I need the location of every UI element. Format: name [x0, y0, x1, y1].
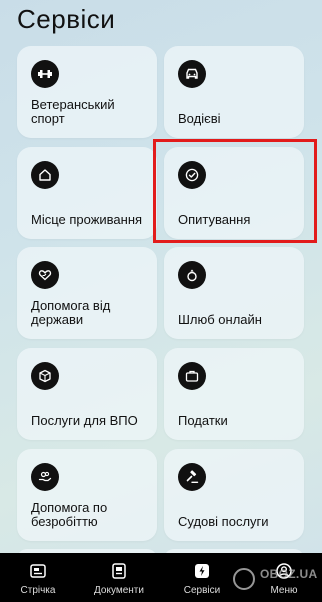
card-label: Податки: [178, 413, 228, 428]
tab-label: Меню: [270, 585, 298, 596]
tab-documents[interactable]: Документи: [87, 553, 151, 602]
highlight-box: [153, 139, 317, 243]
tab-label: Сервіси: [183, 585, 221, 596]
card-state-aid[interactable]: Допомога від держави: [17, 247, 157, 339]
tab-services[interactable]: Сервіси: [170, 553, 234, 602]
card-unemployment[interactable]: Допомога по безробіттю: [17, 449, 157, 541]
hand-coins-icon: [31, 463, 59, 491]
house-icon: [31, 161, 59, 189]
card-idp-services[interactable]: Послуги для ВПО: [17, 348, 157, 440]
tab-label: Документи: [94, 585, 144, 596]
briefcase-icon: [178, 362, 206, 390]
car-icon: [178, 60, 206, 88]
card-label: Водієві: [178, 111, 221, 126]
gavel-icon: [178, 463, 206, 491]
tab-feed[interactable]: Стрічка: [6, 553, 70, 602]
card-label: Місце проживання: [31, 212, 143, 227]
card-label: Судові послуги: [178, 514, 269, 529]
card-marriage[interactable]: Шлюб онлайн: [164, 247, 304, 339]
card-residence[interactable]: Місце проживання: [17, 147, 157, 239]
card-label: Допомога від держави: [31, 298, 111, 327]
card-label: Допомога по безробіттю: [31, 500, 108, 529]
card-driver[interactable]: Водієві: [164, 46, 304, 138]
card-taxes[interactable]: Податки: [164, 348, 304, 440]
feed-icon: [30, 564, 46, 578]
watermark-logo-icon: [233, 568, 255, 590]
card-court-services[interactable]: Судові послуги: [164, 449, 304, 541]
card-veteran-sport[interactable]: Ветеранський спорт: [17, 46, 157, 138]
card-label: Послуги для ВПО: [31, 413, 138, 428]
ring-icon: [178, 261, 206, 289]
hand-heart-icon: [31, 261, 59, 289]
box-icon: [31, 362, 59, 390]
dumbbell-icon: [31, 60, 59, 88]
card-label: Шлюб онлайн: [178, 312, 262, 327]
tab-label: Стрічка: [20, 585, 56, 596]
documents-icon: [112, 563, 126, 579]
watermark: OBOZ.UA: [260, 567, 318, 581]
card-label: Ветеранський спорт: [31, 97, 115, 126]
page-title: Сервіси: [17, 4, 116, 34]
services-icon: [195, 564, 209, 578]
